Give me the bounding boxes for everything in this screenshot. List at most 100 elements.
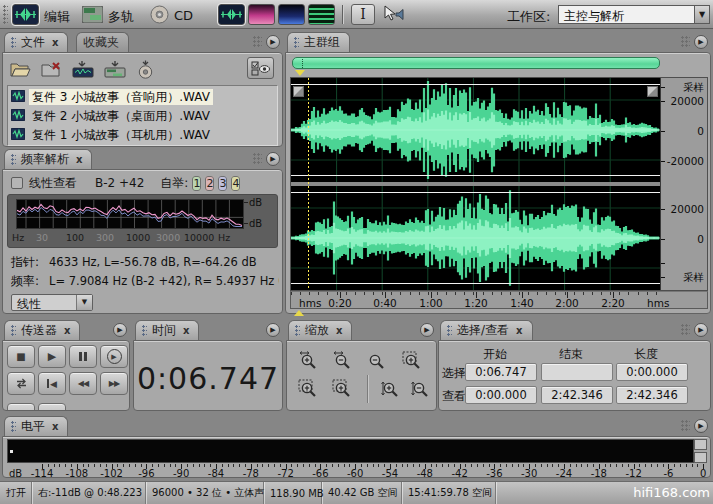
- close-tab-icon[interactable]: x: [52, 37, 58, 48]
- file-list-item[interactable]: 复件 2 小城故事（桌面用）.WAV: [8, 106, 277, 125]
- cd-label[interactable]: CD: [174, 8, 193, 23]
- tab-time[interactable]: 时间 x: [135, 320, 199, 340]
- tab-transport[interactable]: 传送器 x: [4, 320, 80, 340]
- play-button[interactable]: ▶: [38, 345, 66, 368]
- playhead-marker-top[interactable]: [295, 70, 305, 76]
- panel-menu-button[interactable]: ▶: [694, 419, 708, 433]
- hold-button-3[interactable]: 3: [218, 176, 227, 191]
- tab-main-group[interactable]: 主群组: [287, 32, 350, 52]
- panel-menu-button[interactable]: ▶: [694, 323, 708, 337]
- scrub-tool-icon[interactable]: [382, 5, 404, 24]
- close-tab-icon[interactable]: x: [52, 421, 58, 432]
- zoom-out-horizontal-icon[interactable]: [329, 349, 357, 373]
- selection-value-field[interactable]: 2:42.346: [541, 386, 613, 404]
- go-to-end-button[interactable]: [7, 403, 35, 411]
- horizontal-scrollbar[interactable]: [292, 57, 660, 69]
- linear-view-checkbox[interactable]: [11, 177, 23, 189]
- panel-menu-button[interactable]: ▶: [113, 323, 127, 337]
- time-ruler[interactable]: hms0:200:401:001:201:402:002:20hms: [290, 291, 708, 309]
- files-panel-menu: ▶: [253, 35, 280, 49]
- selection-handle-left[interactable]: [293, 86, 304, 97]
- playhead-marker-bottom[interactable]: [294, 310, 304, 316]
- multitrack-label[interactable]: 多轨: [108, 8, 134, 26]
- edit-view-button[interactable]: [12, 4, 39, 25]
- level-scale-label: -84: [208, 468, 224, 479]
- import-file-icon[interactable]: [71, 60, 95, 79]
- panel-menu-button[interactable]: ▶: [266, 35, 280, 49]
- zoom-in-horizontal-icon[interactable]: [295, 349, 323, 373]
- hold-label: 自举:: [160, 175, 188, 192]
- tab-favorites[interactable]: 收藏夹: [76, 32, 129, 52]
- panel-menu-button[interactable]: ▶: [266, 152, 280, 166]
- zoom-to-selection-icon[interactable]: [399, 349, 427, 373]
- hold-button-1[interactable]: 1: [192, 176, 201, 191]
- tab-selection-view[interactable]: 选择/查看 x: [440, 320, 533, 340]
- tab-levels[interactable]: 电平 x: [4, 416, 68, 436]
- pause-button[interactable]: [69, 345, 97, 368]
- selection-handle-right[interactable]: [647, 86, 658, 97]
- record-button[interactable]: [38, 403, 66, 411]
- close-tab-icon[interactable]: x: [516, 325, 522, 336]
- close-tab-icon[interactable]: x: [64, 325, 70, 336]
- panel-menu-button[interactable]: ▶: [694, 35, 708, 49]
- open-file-icon[interactable]: [9, 60, 32, 79]
- close-tab-icon[interactable]: x: [336, 325, 342, 336]
- cd-icon[interactable]: [150, 5, 169, 24]
- zoom-selection-left-icon[interactable]: [295, 377, 323, 401]
- stop-button[interactable]: ■: [7, 345, 35, 368]
- go-to-start-button[interactable]: ◀: [38, 372, 66, 395]
- dropdown-arrow-icon[interactable]: ▼: [76, 295, 92, 310]
- file-list-item[interactable]: 复件 1 小城故事（耳机用）.WAV: [8, 125, 277, 144]
- hold-button-4[interactable]: 4: [231, 176, 240, 191]
- spectral-pan-view-button[interactable]: [278, 4, 305, 25]
- selection-value-field[interactable]: [541, 363, 613, 381]
- selection-value-field[interactable]: 2:42.346: [616, 386, 688, 404]
- tab-zoom[interactable]: 缩放 x: [288, 320, 352, 340]
- level-meter[interactable]: [7, 439, 694, 463]
- panel-grip-icon: [681, 324, 690, 336]
- time-panel: 时间 x ▶ 0:06.747: [133, 320, 283, 411]
- zoom-selection-right-icon[interactable]: [329, 377, 357, 401]
- tab-files[interactable]: 文件 x: [4, 32, 68, 52]
- amplitude-ruler[interactable]: 采样200000-20000200000采样: [660, 78, 707, 290]
- clip-indicators[interactable]: [694, 439, 707, 463]
- file-list-item[interactable]: 复件 3 小城故事（音响用）.WAV: [8, 87, 277, 106]
- selection-value-field[interactable]: 0:00.000: [465, 386, 537, 404]
- time-label: 2:20: [601, 297, 625, 309]
- fast-forward-button[interactable]: ▶▶: [100, 372, 128, 395]
- insert-multitrack-icon[interactable]: [103, 60, 127, 79]
- spectrum-graph[interactable]: dB dB Hz301003001000300010000Hz: [7, 194, 278, 248]
- zoom-out-full-icon[interactable]: [363, 349, 391, 373]
- close-tab-icon[interactable]: x: [183, 325, 189, 336]
- toolbar-grip[interactable]: [3, 5, 8, 24]
- rewind-button[interactable]: ◀◀: [69, 372, 97, 395]
- show-options-button[interactable]: [247, 57, 274, 79]
- edit-view-label[interactable]: 编辑: [44, 8, 70, 26]
- main-group-panel: 主群组 ▶ 采样200000-20000200000采样 hms0:200:40…: [285, 32, 711, 314]
- selection-value-field[interactable]: 0:06.747: [465, 363, 537, 381]
- time-selection-tool-button[interactable]: I: [351, 4, 375, 25]
- spectral-view-button[interactable]: [248, 4, 275, 25]
- toolbar-separator: [342, 5, 343, 24]
- workspace-select[interactable]: 主控与解析: [558, 5, 695, 24]
- scale-dropdown[interactable]: 线性 ▼: [11, 294, 93, 311]
- waveform-view-button[interactable]: [218, 4, 245, 25]
- main-tabbar: 主群组 ▶: [285, 32, 711, 52]
- hold-button-2[interactable]: 2: [205, 176, 214, 191]
- spectral-phase-view-button[interactable]: [308, 4, 335, 25]
- panel-menu-button[interactable]: ▶: [420, 323, 434, 337]
- waveform-display[interactable]: 采样200000-20000200000采样: [290, 77, 708, 291]
- multitrack-icon[interactable]: [82, 6, 103, 23]
- close-tab-icon[interactable]: x: [76, 154, 82, 165]
- zoom-out-vertical-icon[interactable]: [407, 377, 435, 401]
- panel-menu-button[interactable]: ▶: [266, 323, 280, 337]
- close-file-icon[interactable]: [40, 60, 63, 79]
- play-looped-button[interactable]: ▶: [100, 345, 128, 368]
- zoom-in-vertical-icon[interactable]: [377, 377, 405, 401]
- selection-value-field[interactable]: 0:00.000: [616, 363, 688, 381]
- insert-cd-icon[interactable]: [135, 60, 156, 79]
- loop-button[interactable]: [7, 372, 35, 395]
- tab-frequency-analysis[interactable]: 频率解析 x: [4, 149, 92, 169]
- status-segment: 96000 • 32 位 • 立体声: [146, 482, 264, 504]
- workspace-dropdown-arrow[interactable]: ▼: [694, 5, 710, 24]
